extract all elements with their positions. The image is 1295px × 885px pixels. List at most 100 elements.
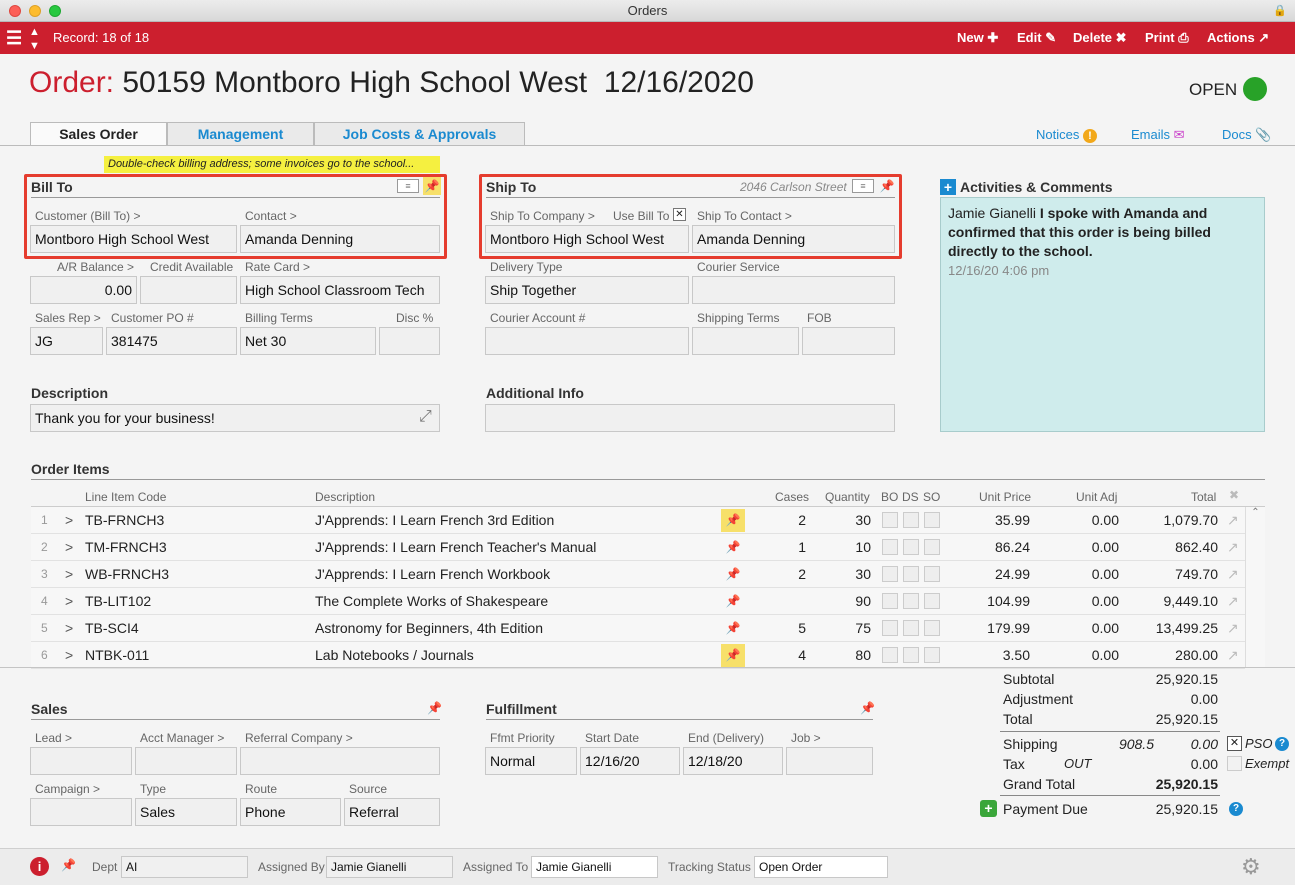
print-button[interactable]: Print ⎙ [1145,22,1189,54]
line-item-description[interactable]: The Complete Works of Shakespeare [315,588,548,615]
pin-icon[interactable]: 📌 [423,177,441,195]
bo-checkbox[interactable] [882,620,898,636]
ds-checkbox[interactable] [903,620,919,636]
customer-field[interactable]: Montboro High School West [30,225,237,253]
fob-field[interactable] [802,327,895,355]
delete-button[interactable]: Delete ✖ [1073,22,1127,54]
courier-service-field[interactable] [692,276,895,304]
emails-link[interactable]: Emails ✉ [1131,127,1185,143]
tax-code[interactable]: OUT [1064,756,1091,771]
table-row[interactable]: 3 > WB-FRNCH3 J'Apprends: I Learn French Wo… [31,561,1245,588]
col-so[interactable]: SO [923,490,940,504]
expand-row-icon[interactable]: > [65,534,73,561]
tab-job-costs[interactable]: Job Costs & Approvals [314,122,525,145]
acct-manager-field[interactable] [135,747,237,775]
cases-cell[interactable]: 2 [766,507,806,534]
open-line-icon[interactable]: ↗ [1227,615,1239,642]
help-icon[interactable]: ? [1229,802,1243,816]
lead-field[interactable] [30,747,132,775]
ds-checkbox[interactable] [903,539,919,555]
disc-field[interactable] [379,327,440,355]
line-item-code[interactable]: TB-FRNCH3 [85,507,164,534]
ffmt-priority-field[interactable]: Normal [485,747,577,775]
unit-adj-cell[interactable]: 0.00 [1061,615,1119,642]
table-row[interactable]: 1 > TB-FRNCH3 J'Apprends: I Learn French 3r… [31,507,1245,534]
edit-button[interactable]: Edit ✎ [1017,22,1056,54]
notes-icon[interactable]: ≡ [397,179,419,193]
cases-cell[interactable]: 4 [766,642,806,669]
contact-field[interactable]: Amanda Denning [240,225,440,253]
so-checkbox[interactable] [924,647,940,663]
col-code[interactable]: Line Item Code [85,490,166,504]
unit-adj-cell[interactable]: 0.00 [1061,561,1119,588]
actions-button[interactable]: Actions ↗ [1207,22,1269,54]
table-row[interactable]: 2 > TM-FRNCH3 J'Apprends: I Learn French Te… [31,534,1245,561]
ship-company-field[interactable]: Montboro High School West [485,225,689,253]
line-item-code[interactable]: TB-SCI4 [85,615,139,642]
unit-adj-cell[interactable]: 0.00 [1061,507,1119,534]
ds-checkbox[interactable] [903,593,919,609]
col-bo[interactable]: BO [881,490,898,504]
table-row[interactable]: 4 > TB-LIT102 The Complete Works of Shakesp… [31,588,1245,615]
line-item-description[interactable]: Lab Notebooks / Journals [315,642,474,669]
type-field[interactable]: Sales [135,798,237,826]
pin-icon[interactable]: 📌 [721,509,745,532]
pin-icon[interactable]: 📌 [721,563,745,586]
additional-info-field[interactable] [485,404,895,432]
table-row[interactable]: 6 > NTBK-011 Lab Notebooks / Journals 📌 4 80 3.… [31,642,1245,669]
referral-company-label[interactable]: Referral Company > [245,731,353,745]
description-field[interactable]: Thank you for your business! [30,404,440,432]
unit-price-cell[interactable]: 86.24 [961,534,1030,561]
unit-adj-cell[interactable]: 0.00 [1061,534,1119,561]
pin-icon[interactable]: 📌 [721,590,745,613]
bo-checkbox[interactable] [882,647,898,663]
pin-icon[interactable]: 📌 [721,536,745,559]
end-date-field[interactable]: 12/18/20 [683,747,783,775]
so-checkbox[interactable] [924,512,940,528]
assigned-by-field[interactable]: Jamie Gianelli [326,856,453,878]
open-line-icon[interactable]: ↗ [1227,642,1239,669]
sales-rep-label[interactable]: Sales Rep > [35,311,101,325]
scrollbar[interactable]: ⌃ [1245,507,1265,667]
ds-checkbox[interactable] [903,647,919,663]
col-total[interactable]: Total [1191,490,1216,504]
line-item-code[interactable]: TB-LIT102 [85,588,151,615]
new-button[interactable]: New ✚ [957,22,998,54]
exempt-checkbox[interactable] [1227,756,1242,771]
customer-label[interactable]: Customer (Bill To) > [35,209,140,223]
cases-cell[interactable]: 1 [766,534,806,561]
dept-field[interactable]: AI [121,856,248,878]
acct-manager-label[interactable]: Acct Manager > [140,731,224,745]
line-item-description[interactable]: J'Apprends: I Learn French 3rd Edition [315,507,554,534]
unit-price-cell[interactable]: 35.99 [961,507,1030,534]
delivery-type-field[interactable]: Ship Together [485,276,689,304]
quantity-cell[interactable]: 90 [821,588,871,615]
billing-terms-field[interactable]: Net 30 [240,327,376,355]
unit-adj-cell[interactable]: 0.00 [1061,588,1119,615]
tracking-status-field[interactable]: Open Order [754,856,888,878]
line-item-description[interactable]: J'Apprends: I Learn French Workbook [315,561,550,588]
help-icon[interactable]: ? [1275,737,1289,751]
ar-balance-field[interactable]: 0.00 [30,276,137,304]
unit-adj-cell[interactable]: 0.00 [1061,642,1119,669]
line-item-code[interactable]: WB-FRNCH3 [85,561,169,588]
expand-row-icon[interactable]: > [65,561,73,588]
customer-po-field[interactable]: 381475 [106,327,237,355]
so-checkbox[interactable] [924,539,940,555]
unit-price-cell[interactable]: 3.50 [961,642,1030,669]
expand-row-icon[interactable]: > [65,642,73,669]
unit-price-cell[interactable]: 104.99 [961,588,1030,615]
open-line-icon[interactable]: ↗ [1227,507,1239,534]
notes-icon[interactable]: ≡ [852,179,874,193]
zoom-window-button[interactable] [49,5,61,17]
open-line-icon[interactable]: ↗ [1227,561,1239,588]
pin-icon[interactable]: 📌 [427,701,442,715]
line-item-code[interactable]: NTBK-011 [85,642,149,669]
start-date-field[interactable]: 12/16/20 [580,747,680,775]
referral-company-field[interactable] [240,747,440,775]
quantity-cell[interactable]: 30 [821,561,871,588]
so-checkbox[interactable] [924,620,940,636]
col-unit-adj[interactable]: Unit Adj [1076,490,1117,504]
campaign-label[interactable]: Campaign > [35,782,100,796]
quantity-cell[interactable]: 80 [821,642,871,669]
